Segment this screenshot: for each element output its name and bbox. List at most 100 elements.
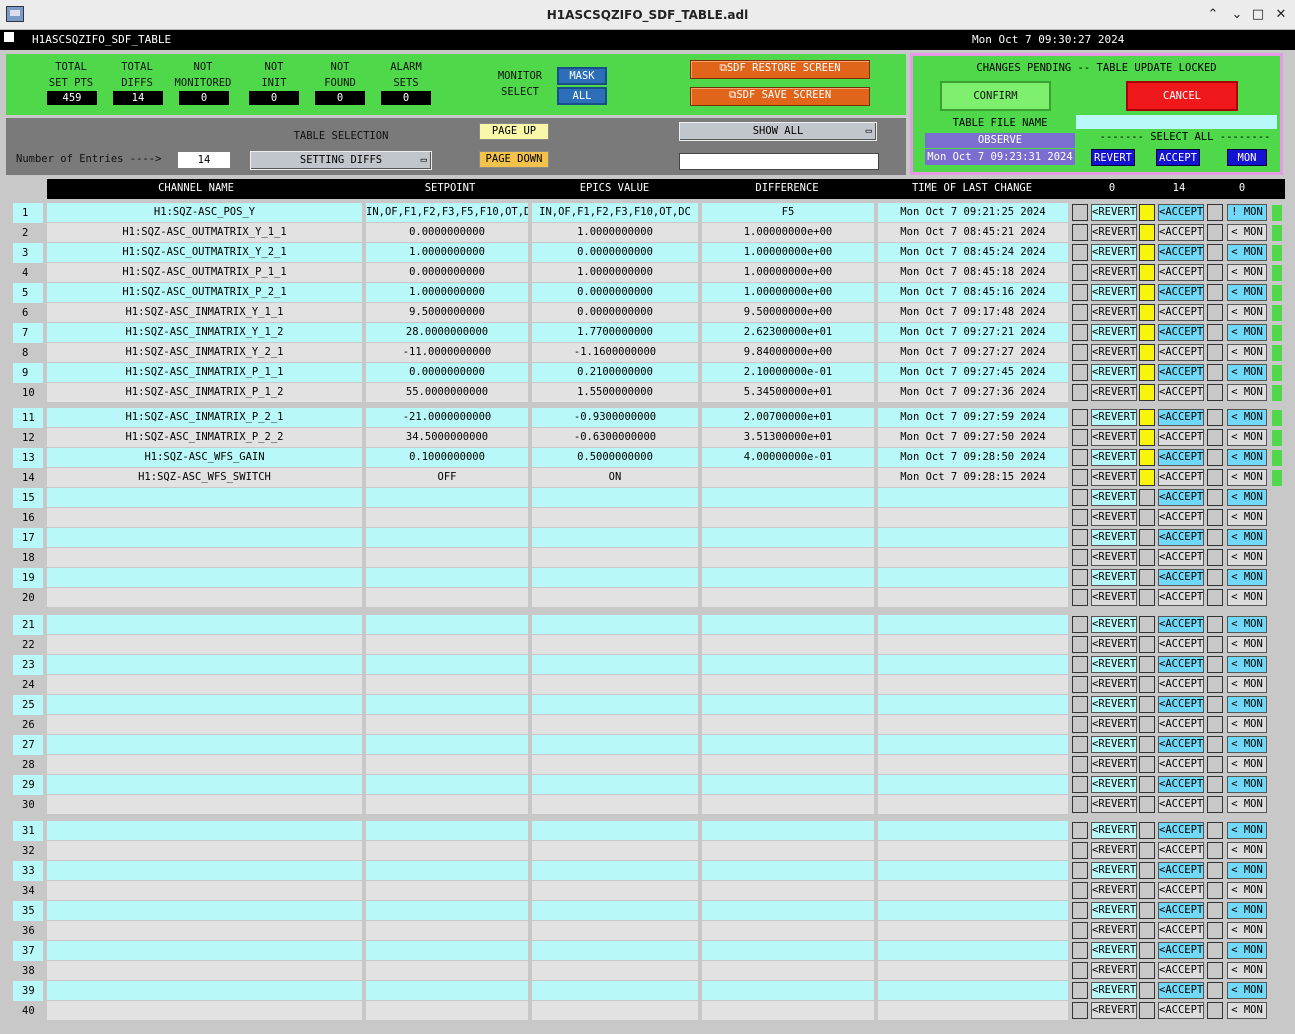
revert-checkbox[interactable] (1072, 284, 1088, 301)
accept-checkbox[interactable] (1139, 469, 1155, 486)
mon-button[interactable]: < MON (1227, 284, 1267, 301)
mon-button[interactable]: < MON (1227, 822, 1267, 839)
revert-checkbox[interactable] (1072, 1002, 1088, 1019)
mon-button[interactable]: < MON (1227, 344, 1267, 361)
revert-checkbox[interactable] (1072, 756, 1088, 773)
revert-button[interactable]: <REVERT (1091, 589, 1137, 606)
revert-button[interactable]: <REVERT (1091, 982, 1137, 999)
accept-checkbox[interactable] (1139, 796, 1155, 813)
accept-checkbox[interactable] (1139, 224, 1155, 241)
mon-checkbox[interactable] (1207, 616, 1223, 633)
revert-button[interactable]: <REVERT (1091, 429, 1137, 446)
mon-checkbox[interactable] (1207, 636, 1223, 653)
accept-checkbox[interactable] (1139, 982, 1155, 999)
accept-button[interactable]: <ACCEPT (1158, 204, 1204, 221)
accept-button[interactable]: <ACCEPT (1158, 962, 1204, 979)
revert-checkbox[interactable] (1072, 882, 1088, 899)
mon-checkbox[interactable] (1207, 922, 1223, 939)
mon-checkbox[interactable] (1207, 284, 1223, 301)
mon-button[interactable]: < MON (1227, 716, 1267, 733)
mon-button[interactable]: < MON (1227, 489, 1267, 506)
revert-checkbox[interactable] (1072, 796, 1088, 813)
accept-button[interactable]: <ACCEPT (1158, 324, 1204, 341)
revert-button[interactable]: <REVERT (1091, 796, 1137, 813)
accept-checkbox[interactable] (1139, 696, 1155, 713)
mon-checkbox[interactable] (1207, 244, 1223, 261)
accept-checkbox[interactable] (1139, 1002, 1155, 1019)
revert-checkbox[interactable] (1072, 589, 1088, 606)
accept-button[interactable]: <ACCEPT (1158, 224, 1204, 241)
revert-checkbox[interactable] (1072, 549, 1088, 566)
accept-button[interactable]: <ACCEPT (1158, 509, 1204, 526)
accept-button[interactable]: <ACCEPT (1158, 796, 1204, 813)
mon-checkbox[interactable] (1207, 902, 1223, 919)
mon-button[interactable]: < MON (1227, 922, 1267, 939)
accept-button[interactable]: <ACCEPT (1158, 982, 1204, 999)
revert-checkbox[interactable] (1072, 344, 1088, 361)
revert-button[interactable]: <REVERT (1091, 756, 1137, 773)
mon-checkbox[interactable] (1207, 776, 1223, 793)
mon-button[interactable]: < MON (1227, 549, 1267, 566)
revert-button[interactable]: <REVERT (1091, 696, 1137, 713)
revert-checkbox[interactable] (1072, 962, 1088, 979)
accept-button[interactable]: <ACCEPT (1158, 384, 1204, 401)
mon-button[interactable]: < MON (1227, 449, 1267, 466)
mon-button[interactable]: < MON (1227, 796, 1267, 813)
accept-button[interactable]: <ACCEPT (1158, 716, 1204, 733)
mon-button[interactable]: < MON (1227, 676, 1267, 693)
revert-button[interactable]: <REVERT (1091, 549, 1137, 566)
mon-button[interactable]: < MON (1227, 429, 1267, 446)
mon-checkbox[interactable] (1207, 882, 1223, 899)
revert-button[interactable]: <REVERT (1091, 842, 1137, 859)
revert-button[interactable]: <REVERT (1091, 569, 1137, 586)
accept-checkbox[interactable] (1139, 882, 1155, 899)
accept-checkbox[interactable] (1139, 676, 1155, 693)
mon-checkbox[interactable] (1207, 449, 1223, 466)
mon-button[interactable]: < MON (1227, 569, 1267, 586)
accept-checkbox[interactable] (1139, 324, 1155, 341)
mon-button[interactable]: < MON (1227, 902, 1267, 919)
revert-button[interactable]: <REVERT (1091, 409, 1137, 426)
revert-button[interactable]: <REVERT (1091, 384, 1137, 401)
revert-checkbox[interactable] (1072, 982, 1088, 999)
revert-button[interactable]: <REVERT (1091, 529, 1137, 546)
revert-checkbox[interactable] (1072, 204, 1088, 221)
accept-checkbox[interactable] (1139, 756, 1155, 773)
accept-checkbox[interactable] (1139, 902, 1155, 919)
revert-checkbox[interactable] (1072, 656, 1088, 673)
revert-button[interactable]: <REVERT (1091, 364, 1137, 381)
mon-button[interactable]: < MON (1227, 409, 1267, 426)
revert-button[interactable]: <REVERT (1091, 244, 1137, 261)
mon-button[interactable]: < MON (1227, 962, 1267, 979)
mon-checkbox[interactable] (1207, 796, 1223, 813)
mon-checkbox[interactable] (1207, 842, 1223, 859)
mon-button[interactable]: < MON (1227, 469, 1267, 486)
mon-checkbox[interactable] (1207, 409, 1223, 426)
mon-checkbox[interactable] (1207, 549, 1223, 566)
accept-checkbox[interactable] (1139, 304, 1155, 321)
mon-checkbox[interactable] (1207, 656, 1223, 673)
revert-checkbox[interactable] (1072, 449, 1088, 466)
revert-button[interactable]: <REVERT (1091, 962, 1137, 979)
accept-checkbox[interactable] (1139, 204, 1155, 221)
mon-button[interactable]: ! MON (1227, 204, 1267, 221)
accept-button[interactable]: <ACCEPT (1158, 736, 1204, 753)
revert-button[interactable]: <REVERT (1091, 324, 1137, 341)
mon-checkbox[interactable] (1207, 344, 1223, 361)
accept-button[interactable]: <ACCEPT (1158, 676, 1204, 693)
accept-button[interactable]: <ACCEPT (1158, 304, 1204, 321)
revert-checkbox[interactable] (1072, 384, 1088, 401)
accept-checkbox[interactable] (1139, 616, 1155, 633)
revert-checkbox[interactable] (1072, 676, 1088, 693)
mon-button[interactable]: < MON (1227, 842, 1267, 859)
accept-button[interactable]: <ACCEPT (1158, 344, 1204, 361)
mon-checkbox[interactable] (1207, 489, 1223, 506)
accept-checkbox[interactable] (1139, 569, 1155, 586)
revert-checkbox[interactable] (1072, 822, 1088, 839)
mon-button[interactable]: < MON (1227, 304, 1267, 321)
revert-button[interactable]: <REVERT (1091, 509, 1137, 526)
accept-checkbox[interactable] (1139, 942, 1155, 959)
revert-checkbox[interactable] (1072, 264, 1088, 281)
accept-button[interactable]: <ACCEPT (1158, 656, 1204, 673)
accept-checkbox[interactable] (1139, 489, 1155, 506)
